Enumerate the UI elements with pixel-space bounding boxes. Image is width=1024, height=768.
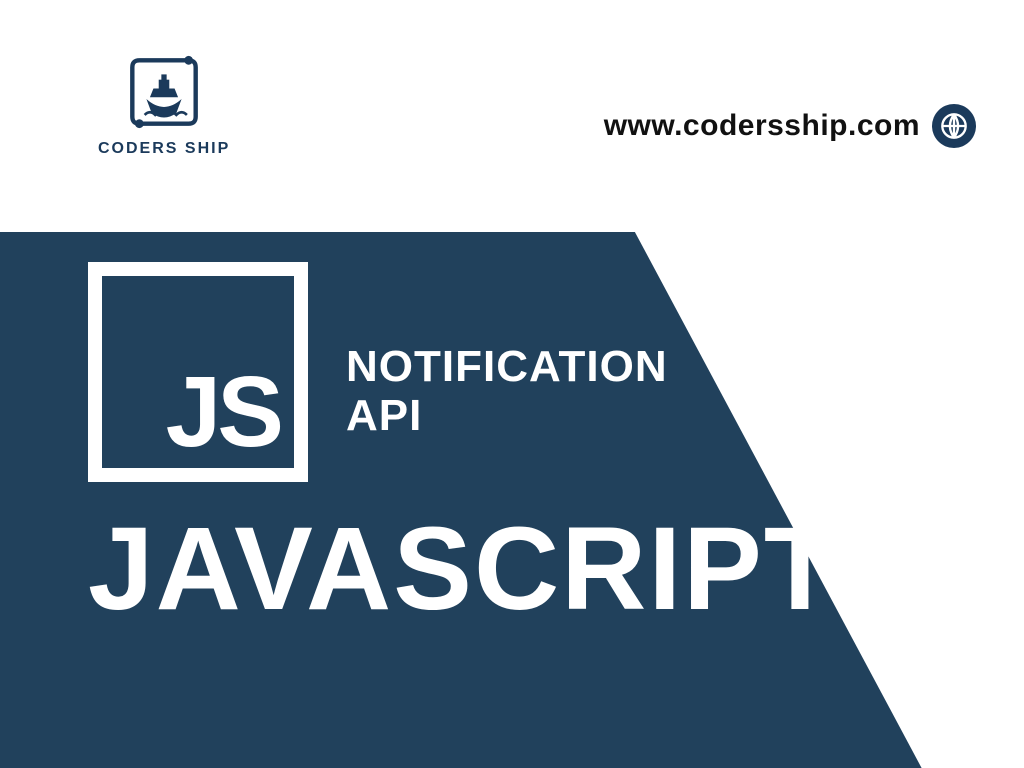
js-badge-letters: JS [166, 362, 280, 462]
main-title: JAVASCRIPT [88, 510, 838, 628]
js-badge: JS [88, 262, 308, 482]
website-url[interactable]: www.codersship.com [604, 109, 920, 143]
topic-line-2: API [346, 391, 668, 440]
website-url-block: www.codersship.com [604, 104, 976, 148]
brand-name: CODERS SHIP [98, 140, 230, 158]
hero-content: JS NOTIFICATION API JAVASCRIPT [88, 262, 838, 628]
topic-line-1: NOTIFICATION [346, 342, 668, 391]
brand-logo-block: CODERS SHIP [98, 48, 230, 158]
globe-icon [932, 104, 976, 148]
ship-logo-icon [120, 48, 208, 136]
topic-label: NOTIFICATION API [346, 342, 668, 441]
